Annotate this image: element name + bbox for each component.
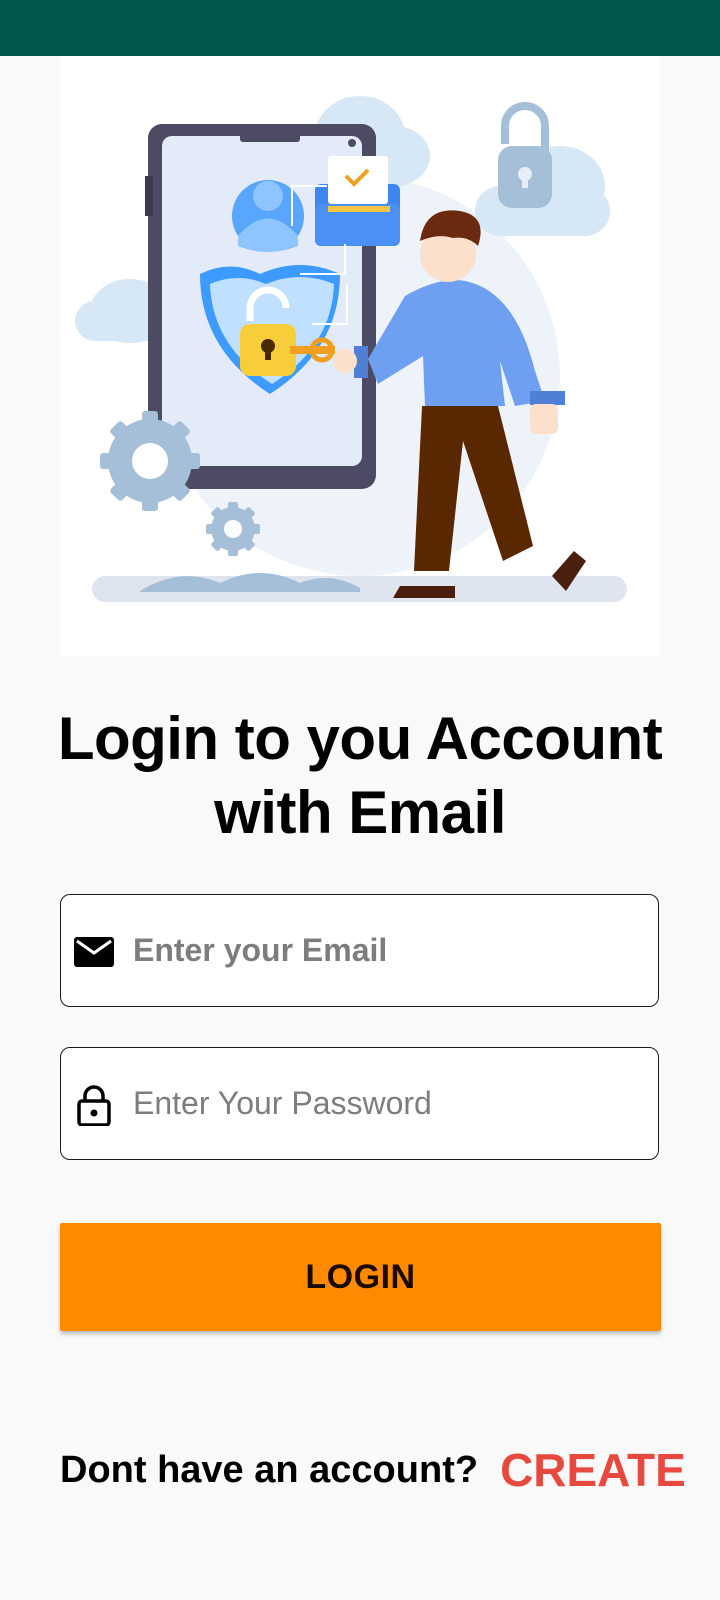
password-input[interactable] [133, 1048, 643, 1158]
login-button[interactable]: LOGIN [60, 1223, 661, 1331]
email-input[interactable] [133, 895, 643, 1005]
status-bar [0, 0, 720, 56]
title-line-1: Login to you Account [57, 705, 663, 772]
email-field[interactable] [60, 894, 659, 1007]
title-line-2: with Email [214, 779, 506, 846]
padlock-icon [498, 102, 552, 208]
signup-prompt-text: Dont have an account? [60, 1448, 479, 1491]
signup-prompt: Dont have an account? CREATE [60, 1440, 686, 1500]
gear-icon [100, 411, 200, 511]
hero-illustration [60, 56, 660, 656]
page-title: Login to you Account with Email [0, 702, 720, 850]
gear-icon [206, 502, 260, 556]
mail-icon [73, 931, 115, 973]
create-account-link[interactable]: CREATE [500, 1443, 686, 1497]
password-field[interactable] [60, 1047, 659, 1160]
lock-icon [73, 1084, 115, 1127]
